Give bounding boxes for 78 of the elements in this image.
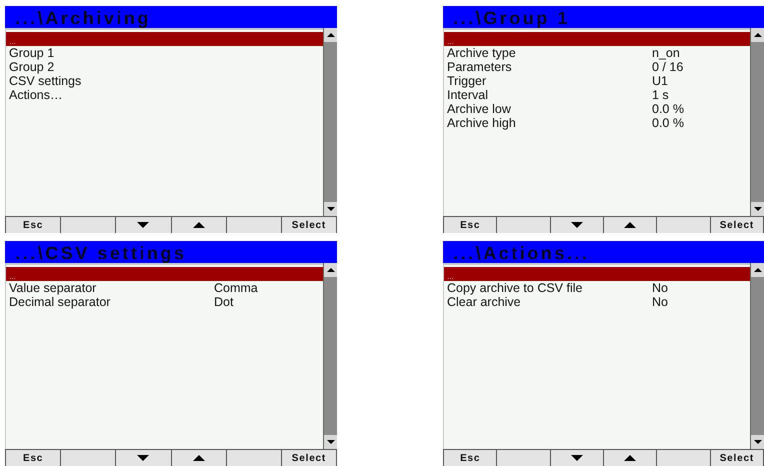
scrollbar[interactable]: [750, 28, 764, 216]
row-label: Group 2: [9, 61, 56, 74]
row-value: 0.0 %: [652, 117, 684, 130]
screen-title: ...\Actions...: [453, 243, 590, 263]
softkey-button[interactable]: Esc: [444, 217, 498, 233]
row-value: 0.0 %: [652, 103, 684, 116]
row-value: Comma: [214, 282, 258, 295]
scrollbar[interactable]: [750, 263, 764, 449]
scrollbar[interactable]: [323, 263, 337, 449]
softkey-button[interactable]: [604, 217, 658, 233]
list-row[interactable]: Parameters 0 / 16: [444, 60, 750, 74]
softkey-button[interactable]: [116, 217, 172, 233]
row-label: Clear archive: [447, 296, 522, 309]
softkey-button[interactable]: Select: [282, 217, 337, 233]
row-value: U1: [652, 75, 668, 88]
row-label: Parameters: [447, 61, 513, 74]
up-triangle-icon: [624, 222, 636, 228]
list-row[interactable]: Decimal separator Dot: [6, 295, 323, 309]
list-row[interactable]: Archive high 0.0 %: [444, 116, 750, 130]
softkey-button[interactable]: [172, 450, 227, 466]
down-triangle-icon: [137, 455, 150, 461]
row-label: Archive high: [447, 117, 517, 130]
row-value: No: [652, 282, 668, 295]
softkey-button[interactable]: Esc: [6, 217, 62, 233]
softkey-button[interactable]: [550, 450, 604, 466]
row-value: Dot: [214, 296, 234, 309]
scroll-up-icon[interactable]: [326, 33, 334, 37]
up-triangle-icon: [192, 222, 205, 228]
list-row[interactable]: Copy archive to CSV file No: [444, 281, 750, 295]
softkey-button[interactable]: Select: [710, 217, 764, 233]
list-row[interactable]: Trigger U1: [444, 74, 750, 88]
scroll-down-icon[interactable]: [326, 207, 334, 211]
scrollbar[interactable]: [323, 28, 337, 216]
row-label: Group 1: [9, 47, 56, 60]
softkey-button[interactable]: Esc: [6, 450, 62, 466]
list-row[interactable]: Interval 1 s: [444, 88, 750, 102]
list-row[interactable]: Value separator Comma: [6, 281, 323, 295]
row-label: Archive type: [447, 47, 517, 60]
softkey-button[interactable]: Esc: [444, 450, 498, 466]
list-row[interactable]: Group 1: [6, 46, 323, 60]
list-row[interactable]: Actions…: [6, 88, 323, 102]
row-label: Value separator: [9, 282, 98, 295]
row-label: Archive low: [447, 103, 512, 116]
list-row[interactable]: Archive type n_on: [444, 46, 750, 60]
row-value: n_on: [652, 47, 680, 60]
up-triangle-icon: [624, 455, 636, 461]
down-triangle-icon: [570, 455, 583, 461]
down-triangle-icon: [137, 222, 150, 228]
row-label: Decimal separator: [9, 296, 112, 309]
scroll-up-icon[interactable]: [754, 268, 762, 272]
scroll-up-icon[interactable]: [326, 268, 334, 272]
list-row[interactable]: Group 2: [6, 60, 323, 74]
scroll-down-icon[interactable]: [754, 207, 762, 211]
row-value: 1 s: [652, 89, 669, 102]
row-label: Trigger: [447, 75, 488, 88]
up-triangle-icon: [192, 455, 205, 461]
softkey-button[interactable]: [116, 450, 172, 466]
softkey-button[interactable]: Select: [710, 450, 764, 466]
screen-title: ...\Group 1: [453, 8, 570, 28]
row-label: Actions…: [9, 89, 64, 102]
scroll-down-icon[interactable]: [326, 440, 334, 444]
screen-title: ...\Archiving: [15, 8, 151, 28]
softkey-button[interactable]: [550, 217, 604, 233]
list-row[interactable]: CSV settings: [6, 74, 323, 88]
scroll-down-icon[interactable]: [754, 440, 762, 444]
list-row[interactable]: Archive low 0.0 %: [444, 102, 750, 116]
softkey-button[interactable]: [604, 450, 658, 466]
screen-title: ...\CSV settings: [15, 243, 186, 263]
row-value: 0 / 16: [652, 61, 684, 74]
row-label: CSV settings: [9, 75, 82, 88]
down-triangle-icon: [570, 222, 583, 228]
scroll-up-icon[interactable]: [754, 33, 762, 37]
list-row[interactable]: Clear archive No: [444, 295, 750, 309]
row-label: Interval: [447, 89, 489, 102]
softkey-button[interactable]: Select: [282, 450, 337, 466]
row-label: Copy archive to CSV file: [447, 282, 584, 295]
softkey-button[interactable]: [172, 217, 227, 233]
row-value: No: [652, 296, 668, 309]
